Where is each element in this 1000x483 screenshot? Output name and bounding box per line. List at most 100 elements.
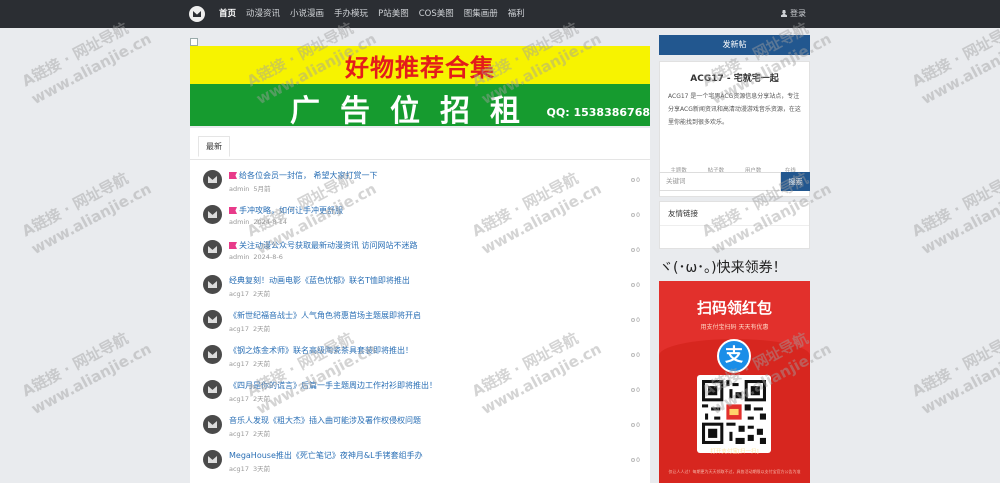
nav-figures[interactable]: 手办模玩 xyxy=(329,0,373,28)
topic-time: 2024-8-6 xyxy=(253,253,283,261)
promo-fine-print: 仅让人人过！每期更为天天领取不过，具各活动期限以支付宝官方公告为准 xyxy=(668,469,801,474)
site-logo-icon[interactable] xyxy=(189,6,205,22)
comment-icon xyxy=(631,458,636,462)
topic-title-text: 《新世纪福音战士》人气角色将惠首场主题展即将开启 xyxy=(229,311,421,320)
tab-latest[interactable]: 最新 xyxy=(198,136,230,157)
promo-subtitle: 用支付宝扫码 天天有优惠 xyxy=(700,324,769,331)
site-description: ACG17 是一个宅男ACG资源信息分享站点，专注分享ACG新闻资讯和高清动漫游… xyxy=(668,93,801,126)
new-post-button[interactable]: 发新帖 xyxy=(659,35,810,55)
topic-author[interactable]: acg17 xyxy=(229,325,249,333)
topic-title[interactable]: 音乐人发现《粗大杰》插入曲可能涉及署作权侵权问题 xyxy=(229,415,421,426)
ad-banner[interactable]: 好物推荐合集 广告位招租 QQ: 1538386768 xyxy=(190,38,650,129)
banner-qq: QQ: 1538386768 xyxy=(546,106,650,119)
broken-image-icon xyxy=(190,38,198,46)
topic-row[interactable]: 给各位会员一封信， 希望大家打赏一下 admin 5月前 0 xyxy=(190,162,650,197)
topic-reply-count: 0 xyxy=(631,352,640,359)
topic-row[interactable]: MegaHouse推出《死亡笔记》夜神月&L手铐套组手办 acg17 3天前 0 xyxy=(190,442,650,477)
main-nav: 首页 动漫资讯 小说漫画 手办模玩 P站美图 COS美图 图集画册 福利 xyxy=(214,0,530,28)
topic-author[interactable]: acg17 xyxy=(229,430,249,438)
login-link[interactable]: 登录 xyxy=(781,0,806,28)
reply-count-value: 0 xyxy=(636,387,640,394)
watermark-line: www.alianjie.cn xyxy=(918,179,1000,259)
watermark: A链接 · 网址导航 www.alianjie.cn xyxy=(908,321,1000,419)
watermark-line: www.alianjie.cn xyxy=(918,339,1000,419)
topic-author[interactable]: acg17 xyxy=(229,360,249,368)
topic-title[interactable]: 《四月是你的谎言》后篇一手主题周边工作衬衫即将推出！ xyxy=(229,380,437,391)
nav-anime-news[interactable]: 动漫资讯 xyxy=(241,0,285,28)
topic-row[interactable]: 经典复刻！动画电影《蓝色忧郁》联名T恤即将推出 acg17 2天前 0 xyxy=(190,267,650,302)
topic-author[interactable]: acg17 xyxy=(229,395,249,403)
banner-top-text: 好物推荐合集 xyxy=(345,53,495,82)
topic-row[interactable]: 《四月是你的谎言》后篇一手主题周边工作衬衫即将推出！ acg17 2天前 0 xyxy=(190,372,650,407)
topic-title[interactable]: MegaHouse推出《死亡笔记》夜神月&L手铐套组手办 xyxy=(229,450,423,461)
topic-row[interactable]: 手冲攻略，如何让手冲更舒服 admin 2024-8-14 0 xyxy=(190,197,650,232)
topic-author[interactable]: admin xyxy=(229,185,249,193)
friend-links-title: 友情链接 xyxy=(660,202,809,226)
banner-main-text: 广告位招租 xyxy=(290,94,540,129)
top-nav-bar: 首页 动漫资讯 小说漫画 手办模玩 P站美图 COS美图 图集画册 福利 登录 xyxy=(0,0,1000,28)
topic-row[interactable]: 《钢之炼金术师》联名高级陶瓷茶具套装即将推出！ acg17 2天前 0 xyxy=(190,337,650,372)
friend-links-card: 友情链接 xyxy=(659,201,810,249)
comment-icon xyxy=(631,248,636,252)
reply-count-value: 0 xyxy=(636,352,640,359)
nav-welfare[interactable]: 福利 xyxy=(503,0,530,28)
topic-row[interactable]: 《新世纪福音战士》人气角色将惠首场主题展即将开启 acg17 2天前 0 xyxy=(190,302,650,337)
promo-caption: 打开支付宝[扫一扫] xyxy=(710,449,759,455)
topic-meta: acg17 2天前 xyxy=(229,288,270,298)
avatar[interactable] xyxy=(203,450,222,469)
topic-reply-count: 0 xyxy=(631,282,640,289)
reply-count-value: 0 xyxy=(636,282,640,289)
avatar[interactable] xyxy=(203,170,222,189)
topic-meta: admin 5月前 xyxy=(229,183,271,193)
watermark-line: A链接 · 网址导航 xyxy=(908,169,1000,241)
topic-time: 2天前 xyxy=(252,360,271,368)
topic-title[interactable]: 《钢之炼金术师》联名高级陶瓷茶具套装即将推出！ xyxy=(229,345,413,356)
topic-reply-count: 0 xyxy=(631,457,640,464)
comment-icon xyxy=(631,283,636,287)
watermark-line: www.alianjie.cn xyxy=(918,29,1000,109)
avatar[interactable] xyxy=(203,345,222,364)
watermark: A链接 · 网址导航 www.alianjie.cn xyxy=(18,321,154,419)
nav-cosplay[interactable]: COS美图 xyxy=(414,0,459,28)
avatar[interactable] xyxy=(203,310,222,329)
topic-row[interactable]: 音乐人发现《粗大杰》插入曲可能涉及署作权侵权问题 acg17 2天前 0 xyxy=(190,407,650,442)
topic-title[interactable]: 《新世纪福音战士》人气角色将惠首场主题展即将开启 xyxy=(229,310,421,321)
site-title: ACG17 - 宅就宅一起 xyxy=(690,74,779,84)
topic-title[interactable]: 给各位会员一封信， 希望大家打赏一下 xyxy=(229,170,378,181)
banner-top-strip: 好物推荐合集 xyxy=(190,46,650,84)
comment-icon xyxy=(631,213,636,217)
watermark-line: www.alianjie.cn xyxy=(28,179,155,259)
topic-author[interactable]: admin xyxy=(229,218,249,226)
topic-author[interactable]: admin xyxy=(229,253,249,261)
search-button[interactable]: 搜索 xyxy=(781,172,810,191)
topic-title-text: 关注动漫公众号获取最新动漫资讯 访问网站不迷路 xyxy=(239,241,418,250)
topic-author[interactable]: acg17 xyxy=(229,290,249,298)
nav-home[interactable]: 首页 xyxy=(214,0,241,28)
red-packet-ad[interactable]: 扫码领红包 用支付宝扫码 天天有优惠 支 打开支付宝[扫一扫] 仅让人人过！每期… xyxy=(659,281,810,483)
topic-meta: acg17 2天前 xyxy=(229,358,270,368)
topic-time: 2天前 xyxy=(252,395,271,403)
watermark: A链接 · 网址导航 www.alianjie.cn xyxy=(18,161,154,259)
avatar[interactable] xyxy=(203,380,222,399)
avatar[interactable] xyxy=(203,275,222,294)
nav-pixiv[interactable]: P站美图 xyxy=(373,0,414,28)
reply-count-value: 0 xyxy=(636,457,640,464)
comment-icon xyxy=(631,353,636,357)
nav-novels-comics[interactable]: 小说漫画 xyxy=(285,0,329,28)
topic-author[interactable]: acg17 xyxy=(229,465,249,473)
topic-row[interactable]: 关注动漫公众号获取最新动漫资讯 访问网站不迷路 admin 2024-8-6 0 xyxy=(190,232,650,267)
avatar[interactable] xyxy=(203,240,222,259)
avatar[interactable] xyxy=(203,415,222,434)
avatar[interactable] xyxy=(203,205,222,224)
user-icon xyxy=(781,10,787,17)
topic-meta: admin 2024-8-14 xyxy=(229,218,287,226)
nav-gallery[interactable]: 图集画册 xyxy=(459,0,503,28)
topic-list: 给各位会员一封信， 希望大家打赏一下 admin 5月前 0 手冲攻略，如何让手冲更舒服… xyxy=(190,160,650,477)
comment-icon xyxy=(631,423,636,427)
topic-title[interactable]: 关注动漫公众号获取最新动漫资讯 访问网站不迷路 xyxy=(229,240,418,251)
topic-title[interactable]: 经典复刻！动画电影《蓝色忧郁》联名T恤即将推出 xyxy=(229,275,410,286)
topic-title[interactable]: 手冲攻略，如何让手冲更舒服 xyxy=(229,205,343,216)
search-input[interactable] xyxy=(659,172,781,191)
topic-meta: acg17 2天前 xyxy=(229,428,270,438)
topic-meta: acg17 2天前 xyxy=(229,393,270,403)
